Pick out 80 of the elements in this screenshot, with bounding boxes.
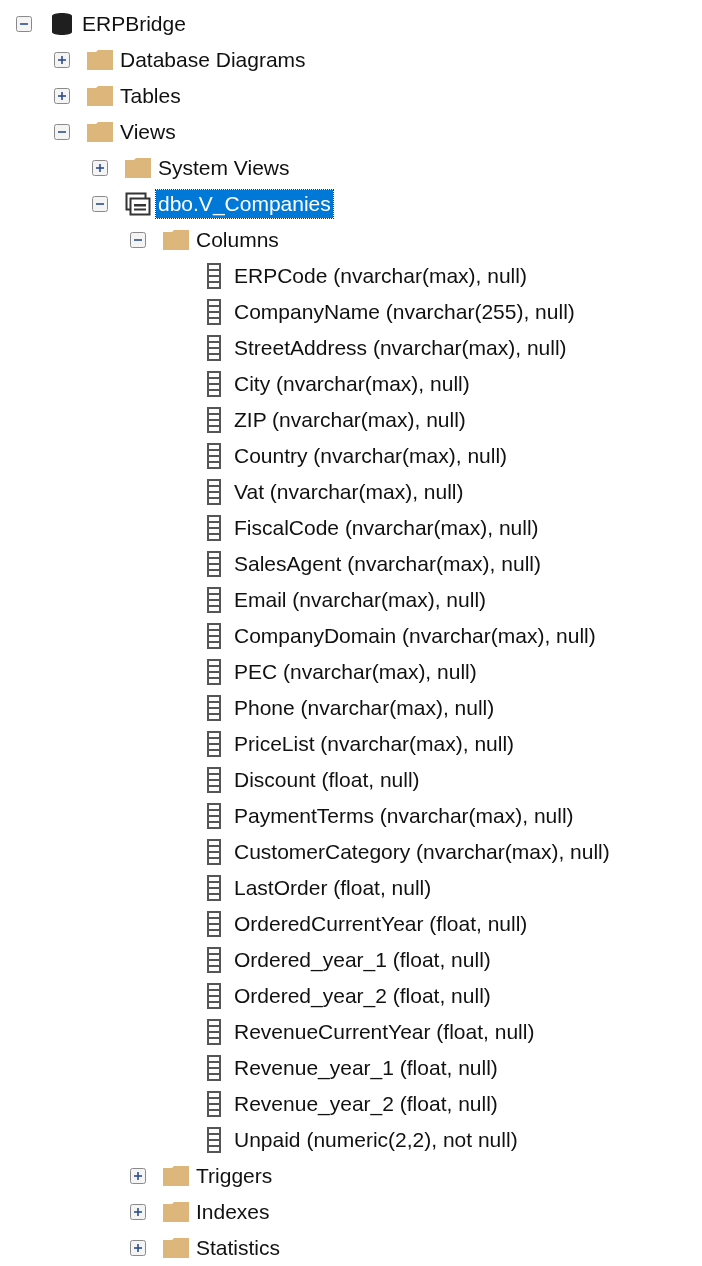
tree-item-label[interactable]: LastOrder (float, null) — [232, 874, 434, 902]
column-icon — [207, 911, 221, 937]
expand-icon[interactable] — [130, 1240, 146, 1256]
tree-item-label[interactable]: StreetAddress (nvarchar(max), null) — [232, 334, 569, 362]
collapse-icon[interactable] — [130, 232, 146, 248]
tree-item-label[interactable]: PEC (nvarchar(max), null) — [232, 658, 479, 686]
column-icon — [207, 1055, 221, 1081]
tree-item-label[interactable]: System Views — [156, 154, 292, 182]
tree-item-label[interactable]: ZIP (nvarchar(max), null) — [232, 406, 468, 434]
column-icon — [207, 839, 221, 865]
tree-item-label[interactable]: Revenue_year_1 (float, null) — [232, 1054, 500, 1082]
column-icon — [207, 623, 221, 649]
column-icon — [207, 371, 221, 397]
tree-item-label[interactable]: Revenue_year_2 (float, null) — [232, 1090, 500, 1118]
tree-item-label[interactable]: SalesAgent (nvarchar(max), null) — [232, 550, 543, 578]
tree-item-label[interactable]: CompanyName (nvarchar(255), null) — [232, 298, 577, 326]
tree-item-label[interactable]: Database Diagrams — [118, 46, 308, 74]
tree-item-label[interactable]: Statistics — [194, 1234, 283, 1262]
expand-icon[interactable] — [54, 88, 70, 104]
column-icon — [207, 983, 221, 1009]
tree-item-label[interactable]: Columns — [194, 226, 281, 254]
column-icon — [207, 947, 221, 973]
column-icon — [207, 1091, 221, 1117]
tree-item-label[interactable]: OrderedCurrentYear (float, null) — [232, 910, 530, 938]
database-icon — [51, 11, 73, 37]
column-icon — [207, 443, 221, 469]
expand-icon[interactable] — [54, 52, 70, 68]
column-icon — [207, 659, 221, 685]
folder-icon — [86, 121, 114, 143]
folder-icon — [162, 1165, 190, 1187]
tree-item-label[interactable]: Phone (nvarchar(max), null) — [232, 694, 497, 722]
view-icon — [125, 192, 151, 216]
column-icon — [207, 407, 221, 433]
tree-item-label[interactable]: Tables — [118, 82, 183, 110]
folder-icon — [162, 1237, 190, 1259]
tree-item-label[interactable]: PriceList (nvarchar(max), null) — [232, 730, 517, 758]
tree-item-label[interactable]: PaymentTerms (nvarchar(max), null) — [232, 802, 576, 830]
folder-icon — [162, 229, 190, 251]
tree-item-label[interactable]: City (nvarchar(max), null) — [232, 370, 472, 398]
column-icon — [207, 587, 221, 613]
collapse-icon[interactable] — [16, 16, 32, 32]
folder-icon — [162, 1201, 190, 1223]
tree-item-label[interactable]: Views — [118, 118, 178, 146]
folder-icon — [86, 49, 114, 71]
column-icon — [207, 767, 221, 793]
tree-item-label[interactable]: RevenueCurrentYear (float, null) — [232, 1018, 537, 1046]
column-icon — [207, 299, 221, 325]
tree-item-label[interactable]: Indexes — [194, 1198, 272, 1226]
tree-item-label[interactable]: Country (nvarchar(max), null) — [232, 442, 510, 470]
tree-item-label[interactable]: dbo.V_Companies — [156, 190, 333, 218]
expand-icon[interactable] — [92, 160, 108, 176]
column-icon — [207, 551, 221, 577]
collapse-icon[interactable] — [92, 196, 108, 212]
column-icon — [207, 731, 221, 757]
tree-item-label[interactable]: FiscalCode (nvarchar(max), null) — [232, 514, 541, 542]
column-icon — [207, 695, 221, 721]
column-icon — [207, 263, 221, 289]
column-icon — [207, 1127, 221, 1153]
tree-item-label[interactable]: Email (nvarchar(max), null) — [232, 586, 489, 614]
tree-item-label[interactable]: Discount (float, null) — [232, 766, 422, 794]
tree-item-label[interactable]: Ordered_year_1 (float, null) — [232, 946, 493, 974]
tree-item-label[interactable]: CustomerCategory (nvarchar(max), null) — [232, 838, 612, 866]
column-icon — [207, 875, 221, 901]
column-icon — [207, 479, 221, 505]
expand-icon[interactable] — [130, 1168, 146, 1184]
tree-item-label[interactable]: CompanyDomain (nvarchar(max), null) — [232, 622, 598, 650]
folder-icon — [86, 85, 114, 107]
tree-item-label[interactable]: Triggers — [194, 1162, 275, 1190]
expand-icon[interactable] — [130, 1204, 146, 1220]
tree-item-label[interactable]: ERPCode (nvarchar(max), null) — [232, 262, 529, 290]
column-icon — [207, 515, 221, 541]
column-icon — [207, 803, 221, 829]
column-icon — [207, 1019, 221, 1045]
tree-item-label[interactable]: Unpaid (numeric(2,2), not null) — [232, 1126, 520, 1154]
collapse-icon[interactable] — [54, 124, 70, 140]
tree-item-label[interactable]: ERPBridge — [80, 10, 188, 38]
tree-item-label[interactable]: Vat (nvarchar(max), null) — [232, 478, 466, 506]
folder-icon — [124, 157, 152, 179]
column-icon — [207, 335, 221, 361]
tree-item-label[interactable]: Ordered_year_2 (float, null) — [232, 982, 493, 1010]
